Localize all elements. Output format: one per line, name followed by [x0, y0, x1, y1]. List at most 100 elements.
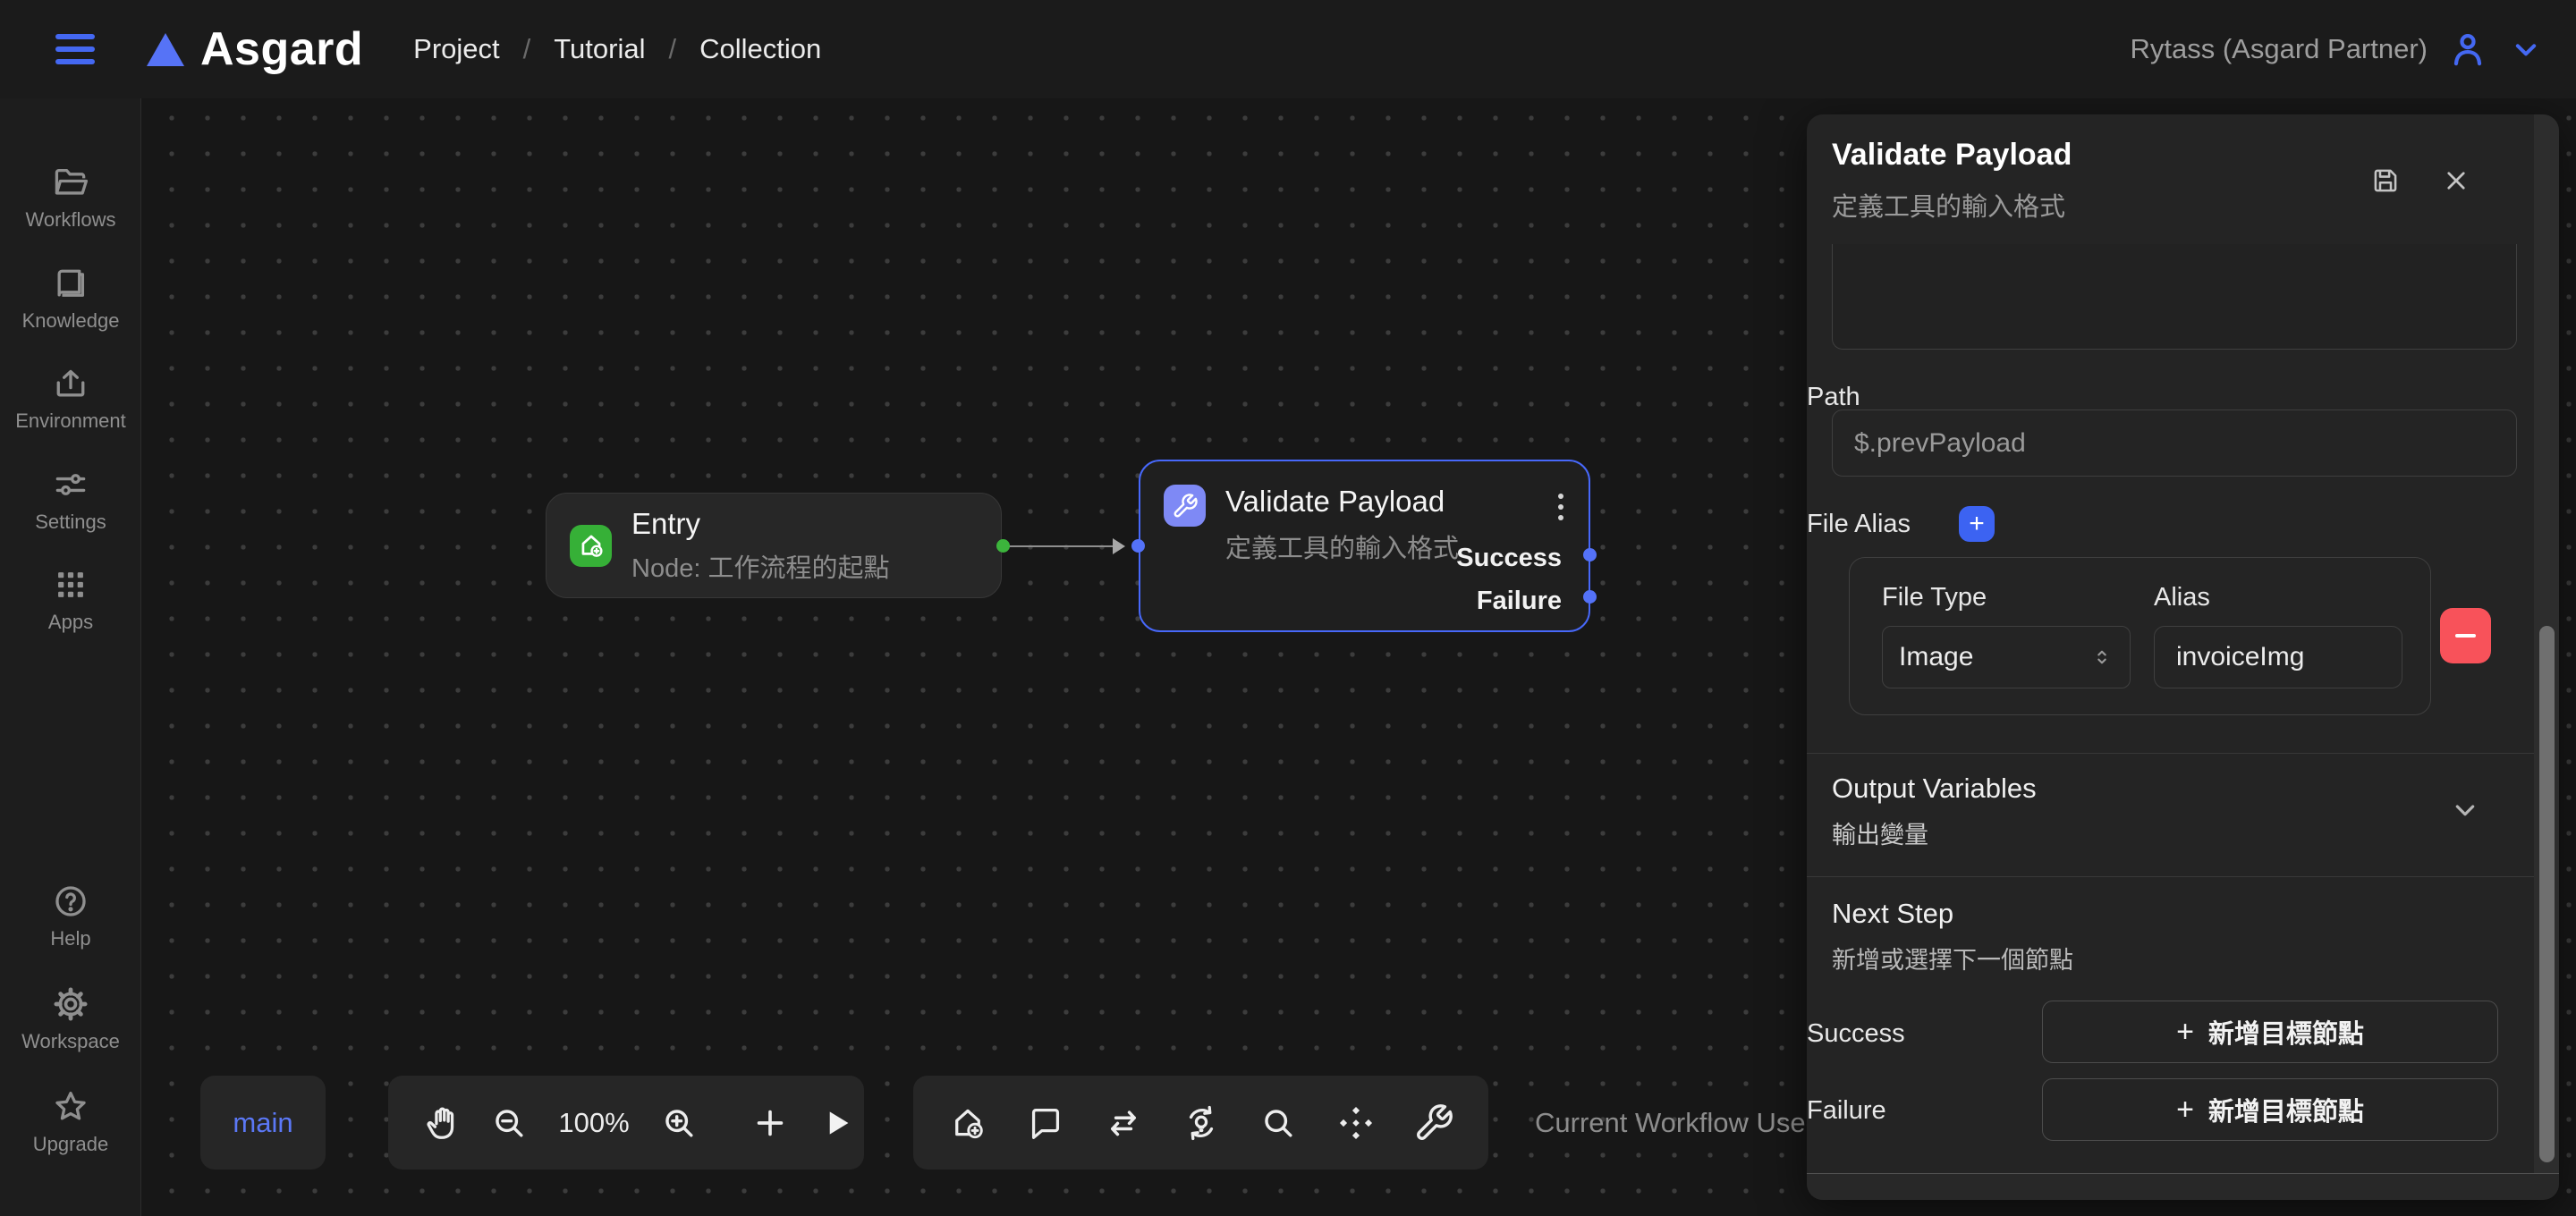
sidebar-item-label: Environment: [15, 410, 126, 433]
validate-input-port[interactable]: [1131, 539, 1145, 553]
hamburger-menu-icon[interactable]: [55, 34, 95, 64]
sidebar-item-settings[interactable]: Settings: [0, 465, 141, 534]
breadcrumb-item-project[interactable]: Project: [413, 33, 499, 65]
success-row-label: Success: [1807, 1019, 1905, 1049]
branch-button[interactable]: main: [200, 1076, 326, 1170]
sidebar-item-label: Help: [50, 927, 90, 950]
add-target-node-failure-button[interactable]: + 新增目標節點: [2042, 1078, 2498, 1141]
comment-icon[interactable]: [1022, 1100, 1069, 1146]
sidebar-item-knowledge[interactable]: Knowledge: [0, 264, 141, 333]
wrench-icon: [1164, 485, 1206, 527]
panel-subtitle: 定義工具的輸入格式: [1832, 186, 2065, 224]
alias-label: Alias: [2154, 583, 2210, 612]
node-title: Entry: [631, 507, 889, 541]
schema-textarea[interactable]: [1832, 244, 2517, 350]
remove-alias-button[interactable]: [2440, 608, 2491, 663]
validate-failure-port[interactable]: [1583, 590, 1597, 604]
panel-footer: [1807, 1173, 2559, 1200]
swap-arrows-icon[interactable]: [1100, 1100, 1147, 1146]
star-icon: [51, 1087, 90, 1127]
zoom-in-icon[interactable]: [658, 1100, 699, 1146]
file-alias-label: File Alias: [1807, 510, 1911, 539]
add-file-alias-button[interactable]: +: [1959, 506, 1995, 542]
pan-hand-icon[interactable]: [422, 1100, 463, 1146]
sidebar-item-label: Apps: [48, 611, 93, 634]
sidebar-item-upgrade[interactable]: Upgrade: [0, 1087, 141, 1156]
file-type-value: Image: [1899, 642, 2090, 672]
sidebar-item-label: Workspace: [21, 1030, 120, 1053]
add-entry-node-icon[interactable]: [945, 1100, 991, 1146]
add-target-node-success-button[interactable]: + 新增目標節點: [2042, 1001, 2498, 1063]
section-divider: [1807, 753, 2534, 754]
collapse-chevron-icon[interactable]: [2445, 790, 2485, 830]
breadcrumb-separator: /: [668, 33, 676, 65]
house-plus-icon: [570, 525, 612, 567]
sidebar-item-apps[interactable]: Apps: [0, 565, 141, 634]
path-label: Path: [1807, 383, 1860, 412]
node-validate-text: Validate Payload 定義工具的輸入格式: [1225, 485, 1459, 565]
validate-success-port[interactable]: [1583, 548, 1597, 562]
port-label-success: Success: [1456, 544, 1562, 573]
alias-input[interactable]: [2154, 626, 2402, 688]
node-config-panel: Validate Payload 定義工具的輸入格式 Path File Ali…: [1807, 114, 2559, 1200]
account-menu[interactable]: Rytass (Asgard Partner): [2131, 29, 2545, 70]
idea-refresh-icon[interactable]: [1178, 1100, 1224, 1146]
run-icon[interactable]: [816, 1100, 857, 1146]
path-input[interactable]: [1832, 410, 2517, 477]
node-menu-kebab-icon[interactable]: [1555, 490, 1567, 524]
node-entry[interactable]: Entry Node: 工作流程的起點: [546, 493, 1002, 598]
sidebar-item-label: Workflows: [25, 208, 115, 232]
help-circle-icon: [51, 882, 90, 921]
logo-triangle-icon: [147, 33, 184, 66]
zoom-out-icon[interactable]: [488, 1100, 530, 1146]
zoom-level-label[interactable]: 100%: [555, 1107, 633, 1139]
tool-wrench-icon[interactable]: [1411, 1100, 1457, 1146]
next-step-subtitle: 新增或選擇下一個節點: [1832, 941, 2073, 975]
failure-row-label: Failure: [1807, 1096, 1886, 1126]
save-icon[interactable]: [2366, 161, 2405, 200]
node-subtitle: 定義工具的輸入格式: [1225, 528, 1459, 565]
edge-connector: [1004, 545, 1123, 547]
sidebar-item-label: Settings: [35, 511, 106, 534]
close-icon[interactable]: [2436, 161, 2476, 200]
left-sidebar: Workflows Knowledge Environment Settings…: [0, 98, 141, 1216]
branch-label: main: [233, 1107, 292, 1139]
port-label-failure: Failure: [1477, 587, 1562, 616]
breadcrumb-item-tutorial[interactable]: Tutorial: [554, 33, 645, 65]
zoom-toolbar: 100%: [388, 1076, 864, 1170]
next-step-title: Next Step: [1832, 898, 1953, 930]
upload-icon: [51, 364, 90, 403]
sidebar-item-workflows[interactable]: Workflows: [0, 163, 141, 232]
file-type-label: File Type: [1882, 583, 1987, 612]
add-target-node-label: 新增目標節點: [2208, 1091, 2364, 1128]
breadcrumb-item-collection[interactable]: Collection: [699, 33, 821, 65]
section-divider: [1807, 876, 2534, 877]
add-icon[interactable]: [750, 1100, 791, 1146]
node-entry-text: Entry Node: 工作流程的起點: [631, 507, 889, 585]
breadcrumb: Project / Tutorial / Collection: [413, 33, 821, 65]
gear-icon: [51, 984, 90, 1024]
file-alias-card: File Type Alias Image: [1849, 557, 2431, 715]
node-validate-payload[interactable]: Validate Payload 定義工具的輸入格式 Success Failu…: [1139, 460, 1590, 632]
node-subtitle: Node: 工作流程的起點: [631, 547, 889, 585]
search-icon[interactable]: [1255, 1100, 1301, 1146]
panel-title: Validate Payload: [1832, 138, 2072, 173]
node-tools-toolbar: [913, 1076, 1488, 1170]
sidebar-item-environment[interactable]: Environment: [0, 364, 141, 433]
fit-view-icon[interactable]: [1333, 1100, 1379, 1146]
sidebar-item-label: Upgrade: [33, 1133, 108, 1156]
logo-text: Asgard: [200, 22, 363, 76]
asgard-logo: Asgard: [147, 22, 363, 76]
entry-output-port[interactable]: [996, 539, 1010, 553]
file-type-select[interactable]: Image: [1882, 626, 2131, 688]
panel-scrollbar-thumb[interactable]: [2539, 626, 2555, 1162]
top-navigation-bar: Asgard Project / Tutorial / Collection R…: [0, 0, 2576, 98]
chevron-down-icon: [2508, 31, 2544, 67]
sliders-icon: [51, 465, 90, 504]
apps-grid-icon: [51, 565, 90, 604]
sidebar-item-label: Knowledge: [22, 309, 120, 333]
workflow-usage-status: Current Workflow Used: [1535, 1107, 1821, 1139]
sidebar-item-help[interactable]: Help: [0, 882, 141, 950]
sidebar-item-workspace[interactable]: Workspace: [0, 984, 141, 1053]
node-title: Validate Payload: [1225, 485, 1459, 519]
